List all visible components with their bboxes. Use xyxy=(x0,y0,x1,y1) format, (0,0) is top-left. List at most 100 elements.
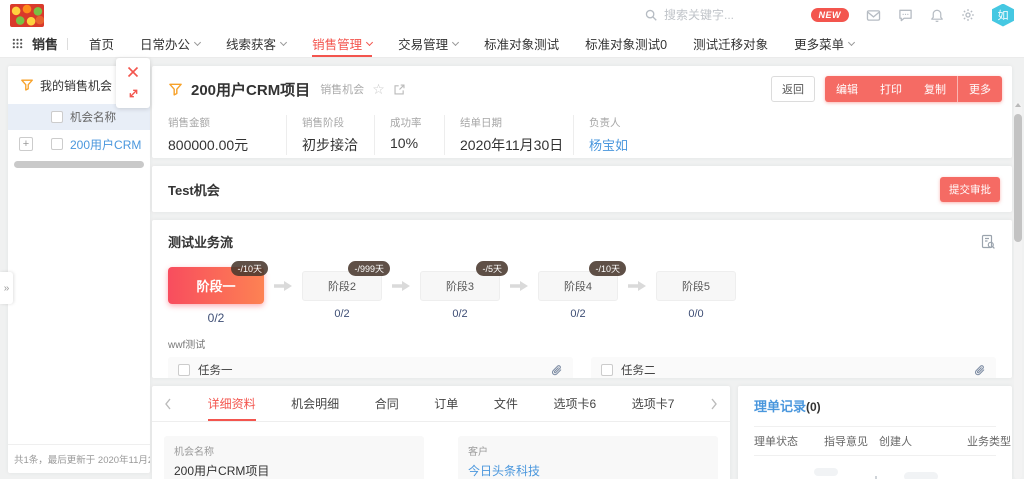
collapse-sidebar-handle[interactable]: » xyxy=(0,272,13,304)
table-row: + 200用户CRM xyxy=(8,130,150,158)
field-owner: 负责人 杨宝如 xyxy=(573,115,638,155)
tabs-scroll-right-icon[interactable] xyxy=(710,398,718,410)
expand-row-button[interactable]: + xyxy=(19,137,33,151)
list-title[interactable]: 我的销售机会 xyxy=(40,77,112,94)
back-button[interactable]: 返回 xyxy=(771,76,815,102)
stage-4-progress: 0/2 xyxy=(570,308,585,320)
tab-option7[interactable]: 选项卡7 xyxy=(632,386,675,421)
flow-arrow-icon xyxy=(627,280,647,292)
new-badge: NEW xyxy=(811,8,850,22)
approval-card: Test机会 提交审批 xyxy=(152,166,1012,212)
funnel-icon xyxy=(168,82,183,97)
records-title: 理单记录 xyxy=(754,399,806,414)
more-button[interactable]: 更多 xyxy=(957,76,1002,102)
flow-note: wwf测试 xyxy=(168,336,996,351)
print-button[interactable]: 打印 xyxy=(869,76,913,102)
vertical-scrollbar[interactable] xyxy=(1014,102,1022,479)
order-records-card: 理单记录(0) 理单状态 指导意见 创建人 业务类型 xyxy=(738,386,1012,479)
tab-files[interactable]: 文件 xyxy=(494,386,518,421)
nav-item-standard-object-test[interactable]: 标准对象测试 xyxy=(484,30,559,57)
inbox-icon[interactable] xyxy=(866,9,881,22)
nav-divider xyxy=(67,38,68,50)
open-external-icon[interactable] xyxy=(393,83,406,96)
nav-item-sales-management[interactable]: 销售管理 xyxy=(312,30,372,57)
field-close-date: 结单日期 2020年11月30日 xyxy=(444,115,573,155)
scroll-up-arrow[interactable] xyxy=(1015,103,1021,107)
user-avatar[interactable]: 如 xyxy=(992,4,1014,27)
row-checkbox[interactable] xyxy=(51,138,63,150)
scrollbar-thumb[interactable] xyxy=(1014,114,1022,242)
records-count: (0) xyxy=(806,400,821,414)
main-nav: 销售 首页 日常办公 线索获客 销售管理 交易管理 标准对象测试 标准对象测试0… xyxy=(0,30,1024,58)
flow-arrow-icon xyxy=(273,280,293,292)
edit-button[interactable]: 编辑 xyxy=(825,76,869,102)
stage-3-progress: 0/2 xyxy=(452,308,467,320)
search-icon xyxy=(644,8,658,22)
task-1-label: 任务一 xyxy=(198,362,233,378)
horizontal-scrollbar[interactable] xyxy=(14,161,144,168)
empty-state-illustration xyxy=(754,464,996,479)
copy-button[interactable]: 复制 xyxy=(913,76,957,102)
nav-item-home[interactable]: 首页 xyxy=(89,30,114,57)
field-success-rate: 成功率 10% xyxy=(374,115,444,155)
stage-5-button[interactable]: 阶段5 xyxy=(656,271,736,301)
field-customer: 客户 今日头条科技 xyxy=(458,436,718,479)
list-footer-status: 共1条，最后更新于 2020年11月21日 xyxy=(8,444,150,473)
tab-order[interactable]: 订单 xyxy=(434,386,458,421)
paperclip-icon[interactable] xyxy=(550,364,563,377)
task-item-1: 任务一 xyxy=(168,357,573,378)
stage-flow: -/10天 阶段一 0/2 -/999天 阶段2 0/2 -/5天 阶段 xyxy=(168,267,996,325)
detail-header-card: 200用户CRM项目 销售机会 ☆ 返回 编辑 打印 复制 更多 xyxy=(152,66,1012,158)
close-icon[interactable] xyxy=(127,66,139,78)
flow-arrow-icon xyxy=(391,280,411,292)
stage-5-progress: 0/0 xyxy=(688,308,703,320)
submit-approval-button[interactable]: 提交审批 xyxy=(940,177,1000,202)
top-bar: NEW 如 xyxy=(0,0,1024,30)
tabs-scroll-left-icon[interactable] xyxy=(164,398,172,410)
stage-5: 阶段5 0/0 xyxy=(656,267,736,320)
task-1-checkbox[interactable] xyxy=(178,364,190,376)
select-all-checkbox[interactable] xyxy=(51,111,63,123)
flow-arrow-icon xyxy=(509,280,529,292)
expand-diagonal-icon[interactable] xyxy=(127,87,140,100)
favorite-star-icon[interactable]: ☆ xyxy=(372,82,385,96)
chat-icon[interactable] xyxy=(898,8,913,22)
owner-link[interactable]: 杨宝如 xyxy=(589,135,628,154)
tab-bar: 详细资料 机会明细 合同 订单 文件 选项卡6 选项卡7 xyxy=(152,386,730,422)
tab-option6[interactable]: 选项卡6 xyxy=(553,386,596,421)
app-name: 销售 xyxy=(32,34,58,53)
funnel-icon xyxy=(20,78,34,92)
task-item-2: 任务二 xyxy=(591,357,996,378)
column-header-name: 机会名称 xyxy=(70,109,116,125)
stage-2: -/999天 阶段2 0/2 xyxy=(302,267,382,320)
app-grid-icon[interactable] xyxy=(12,38,23,49)
gear-icon[interactable] xyxy=(961,8,975,22)
nav-item-migration-object-test[interactable]: 测试迁移对象 xyxy=(693,30,768,57)
stage-1: -/10天 阶段一 0/2 xyxy=(168,267,264,325)
paperclip-icon[interactable] xyxy=(973,364,986,377)
task-2-label: 任务二 xyxy=(621,362,656,378)
tab-detail-info[interactable]: 详细资料 xyxy=(208,386,256,421)
tab-opportunity-detail[interactable]: 机会明细 xyxy=(291,386,339,421)
customer-link[interactable]: 今日头条科技 xyxy=(468,462,708,479)
nav-item-more-menu[interactable]: 更多菜单 xyxy=(794,30,854,57)
stage-1-deadline-badge: -/10天 xyxy=(231,261,268,276)
stage-2-progress: 0/2 xyxy=(334,308,349,320)
opportunity-list-panel: 我的销售机会 机会名称 + 200用户CRM 共1条，最后更新于 2020年11… xyxy=(8,66,150,473)
stage-1-progress: 0/2 xyxy=(208,311,225,325)
nav-item-daily-office[interactable]: 日常办公 xyxy=(140,30,200,57)
search-input[interactable] xyxy=(664,8,774,22)
opportunity-link[interactable]: 200用户CRM xyxy=(70,136,141,153)
task-2-checkbox[interactable] xyxy=(601,364,613,376)
app-logo[interactable] xyxy=(10,4,44,27)
field-opportunity-name: 机会名称 200用户CRM项目 xyxy=(164,436,424,479)
nav-item-lead-acquisition[interactable]: 线索获客 xyxy=(226,30,286,57)
nav-item-standard-object-test0[interactable]: 标准对象测试0 xyxy=(585,30,667,57)
approval-title: Test机会 xyxy=(168,180,220,199)
tab-contract[interactable]: 合同 xyxy=(375,386,399,421)
flow-log-search-icon[interactable] xyxy=(980,234,996,250)
action-button-group: 编辑 打印 复制 更多 xyxy=(825,76,1002,102)
nav-item-trade-management[interactable]: 交易管理 xyxy=(398,30,458,57)
stage-3-deadline-badge: -/5天 xyxy=(476,261,508,276)
bell-icon[interactable] xyxy=(930,8,944,23)
